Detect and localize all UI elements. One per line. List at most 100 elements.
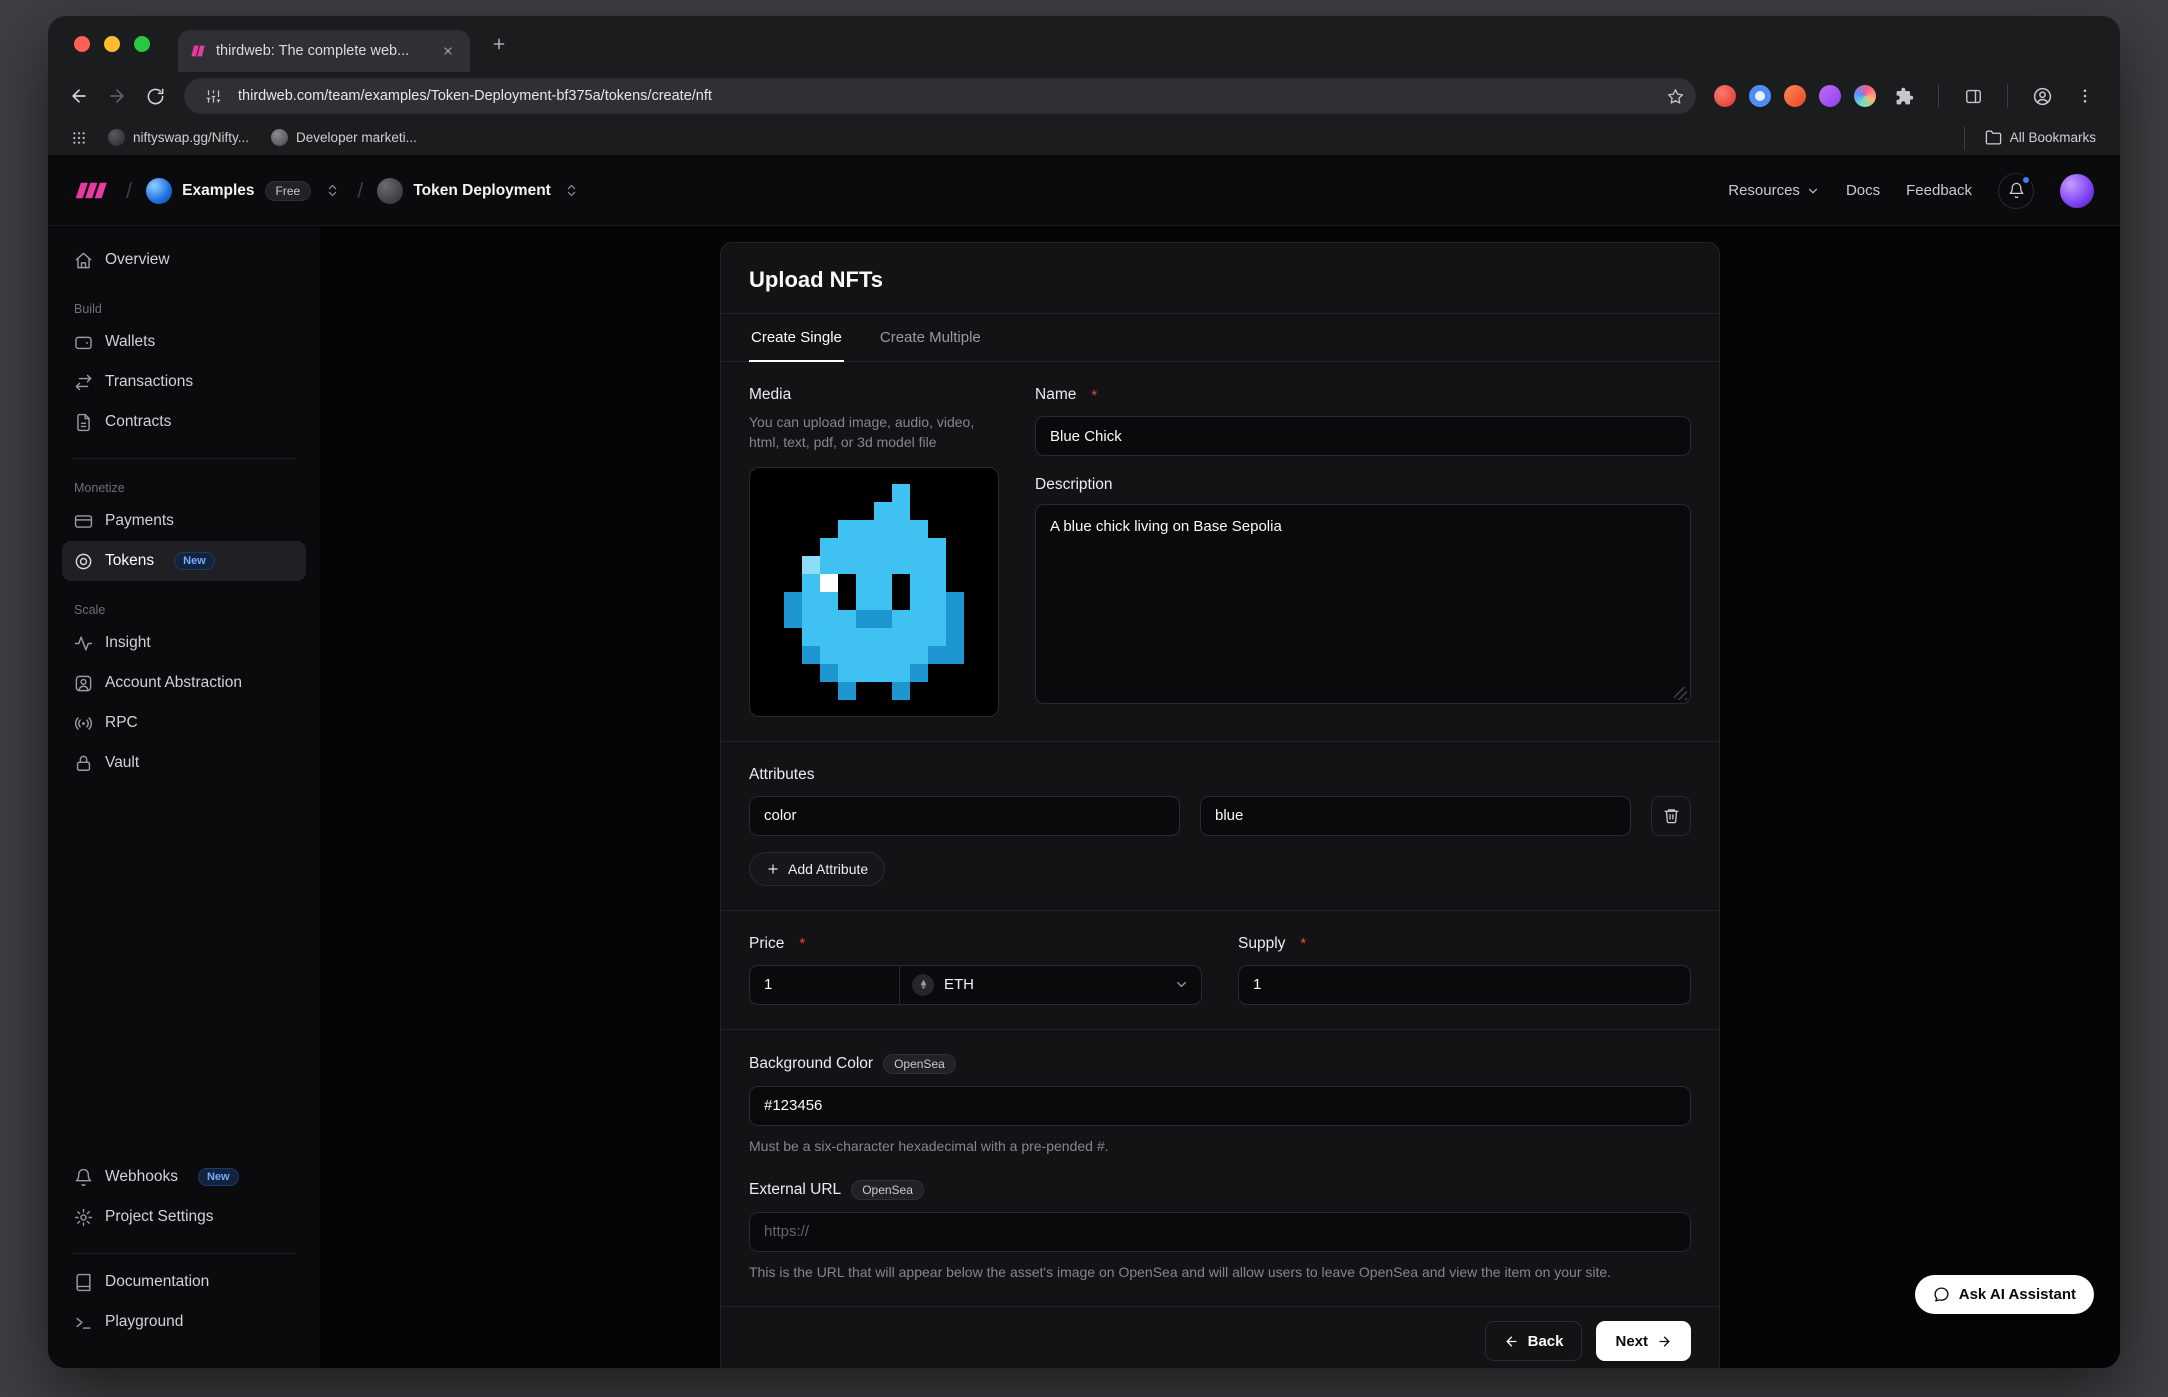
external-url-group: External URL OpenSea This is the URL tha…: [749, 1180, 1691, 1282]
supply-input[interactable]: [1238, 965, 1691, 1005]
sidebar-item-account-abstraction[interactable]: Account Abstraction: [62, 663, 306, 703]
add-attribute-button[interactable]: Add Attribute: [749, 852, 885, 886]
back-arrow-icon: [69, 86, 89, 106]
traffic-lights: [74, 36, 150, 52]
price-label: Price: [749, 935, 784, 953]
extensions-puzzle-icon[interactable]: [1889, 81, 1919, 111]
sidebar-item-webhooks[interactable]: Webhooks New: [62, 1157, 306, 1197]
team-switcher-icon[interactable]: [321, 180, 343, 202]
form-footer: Back Next: [721, 1306, 1719, 1368]
new-badge: New: [198, 1168, 239, 1186]
currency-value: ETH: [944, 976, 974, 993]
tab-create-single[interactable]: Create Single: [749, 314, 844, 361]
sidebar-item-project-settings[interactable]: Project Settings: [62, 1197, 306, 1237]
form-tabs: Create Single Create Multiple: [721, 313, 1719, 362]
url-text: thirdweb.com/team/examples/Token-Deploym…: [238, 88, 1650, 104]
desktop-background: thirdweb: The complete web...: [0, 0, 2168, 1397]
sidebar-spacer: [62, 783, 306, 1157]
team-breadcrumb[interactable]: Examples Free: [146, 178, 343, 204]
project-breadcrumb[interactable]: Token Deployment: [377, 178, 583, 204]
browser-menu-icon[interactable]: [2070, 81, 2100, 111]
close-window-button[interactable]: [74, 36, 90, 52]
back-button[interactable]: [60, 77, 98, 115]
name-input[interactable]: [1035, 416, 1691, 456]
trash-icon: [1663, 807, 1680, 824]
sidebar-item-wallets[interactable]: Wallets: [62, 322, 306, 362]
currency-select[interactable]: ETH: [900, 966, 1201, 1004]
sidebar-item-insight[interactable]: Insight: [62, 623, 306, 663]
resources-menu[interactable]: Resources: [1728, 182, 1820, 199]
sidebar-item-payments[interactable]: Payments: [62, 501, 306, 541]
site-info-icon[interactable]: [198, 81, 228, 111]
nft-pixel-art: [766, 484, 982, 700]
background-color-label: Background Color: [749, 1055, 873, 1073]
delete-attribute-button[interactable]: [1651, 796, 1691, 836]
sidebar-item-documentation[interactable]: Documentation: [62, 1262, 306, 1302]
profile-icon[interactable]: [2027, 81, 2057, 111]
price-input[interactable]: [750, 966, 900, 1004]
background-color-input[interactable]: [749, 1086, 1691, 1126]
media-upload-preview[interactable]: [749, 467, 999, 717]
bookmark-item[interactable]: Developer marketi...: [263, 125, 425, 150]
forward-arrow-icon: [107, 86, 127, 106]
zoom-window-button[interactable]: [134, 36, 150, 52]
sidebar-item-vault[interactable]: Vault: [62, 743, 306, 783]
bookmarks-separator: [1964, 126, 1965, 150]
new-tab-button[interactable]: [482, 27, 516, 61]
browser-window: thirdweb: The complete web...: [48, 16, 2120, 1368]
external-url-input[interactable]: [749, 1212, 1691, 1252]
swap-arrows-icon: [74, 373, 93, 392]
sidebar-item-transactions[interactable]: Transactions: [62, 362, 306, 402]
side-panel-icon[interactable]: [1958, 81, 1988, 111]
description-textarea[interactable]: A blue chick living on Base Sepolia: [1035, 504, 1691, 704]
apps-grid-icon[interactable]: [64, 123, 94, 153]
price-control: ETH: [749, 965, 1202, 1005]
resources-label: Resources: [1728, 182, 1800, 199]
ask-ai-assistant-button[interactable]: Ask AI Assistant: [1915, 1275, 2094, 1314]
tab-close-icon[interactable]: [438, 41, 458, 61]
notifications-button[interactable]: [1998, 173, 2034, 209]
docs-link[interactable]: Docs: [1846, 182, 1880, 199]
attribute-value-input[interactable]: [1200, 796, 1631, 836]
extension-icon-purple[interactable]: [1819, 85, 1841, 107]
sidebar-item-overview[interactable]: Overview: [62, 240, 306, 280]
feedback-link[interactable]: Feedback: [1906, 182, 1972, 199]
sidebar-item-playground[interactable]: Playground: [62, 1302, 306, 1342]
next-button[interactable]: Next: [1596, 1321, 1691, 1361]
bookmarks-bar: niftyswap.gg/Nifty... Developer marketi.…: [48, 120, 2120, 156]
lock-icon: [74, 754, 93, 773]
minimize-window-button[interactable]: [104, 36, 120, 52]
sidebar-item-contracts[interactable]: Contracts: [62, 402, 306, 442]
opensea-badge: OpenSea: [883, 1054, 956, 1074]
extension-icon-blue[interactable]: [1749, 85, 1771, 107]
bell-icon: [2008, 182, 2025, 199]
bookmark-favicon: [271, 129, 288, 146]
reload-button[interactable]: [136, 77, 174, 115]
thirdweb-favicon-icon: [190, 43, 206, 59]
url-bar[interactable]: thirdweb.com/team/examples/Token-Deploym…: [184, 78, 1696, 114]
sidebar-item-tokens[interactable]: Tokens New: [62, 541, 306, 581]
toolbar-separator: [2007, 84, 2008, 108]
extension-icon-multicolor[interactable]: [1854, 85, 1876, 107]
plan-badge: Free: [265, 181, 312, 201]
forward-button[interactable]: [98, 77, 136, 115]
project-avatar: [377, 178, 403, 204]
tab-create-multiple[interactable]: Create Multiple: [878, 314, 983, 361]
back-button[interactable]: Back: [1485, 1321, 1583, 1361]
name-description-column: Name* Description A blue chick living on…: [1035, 386, 1691, 717]
sidebar-item-rpc[interactable]: RPC: [62, 703, 306, 743]
reload-icon: [146, 87, 165, 106]
bookmark-item[interactable]: niftyswap.gg/Nifty...: [100, 125, 257, 150]
browser-tab[interactable]: thirdweb: The complete web...: [178, 30, 470, 72]
book-icon: [74, 1273, 93, 1292]
extension-icon-red[interactable]: [1714, 85, 1736, 107]
project-switcher-icon[interactable]: [561, 180, 583, 202]
user-avatar[interactable]: [2060, 174, 2094, 208]
all-bookmarks-button[interactable]: All Bookmarks: [1977, 125, 2104, 150]
name-label: Name: [1035, 386, 1076, 404]
attribute-trait-input[interactable]: [749, 796, 1180, 836]
sidebar-section-monetize: Monetize: [74, 481, 306, 495]
bookmark-label: niftyswap.gg/Nifty...: [133, 130, 249, 145]
extension-icon-orange[interactable]: [1784, 85, 1806, 107]
bookmark-star-icon[interactable]: [1660, 81, 1690, 111]
